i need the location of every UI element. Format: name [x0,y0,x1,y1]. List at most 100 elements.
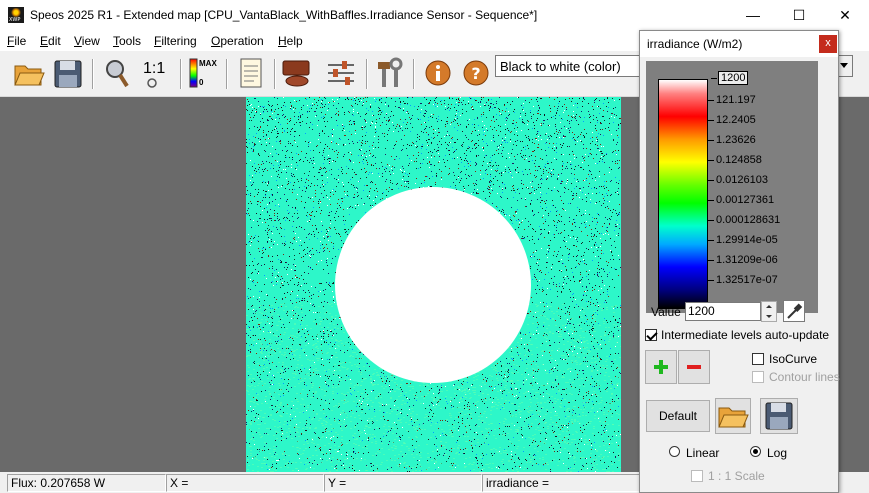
log-radio[interactable] [750,446,761,457]
linear-radio[interactable] [669,446,680,457]
zoom-button[interactable] [100,56,134,90]
level-label[interactable]: 0.124858 [708,154,762,166]
contour-lines-label: Contour lines [769,370,840,384]
isocurve-label: IsoCurve [769,352,818,366]
toolbar-separator [413,59,415,89]
level-label[interactable]: 0.00127361 [707,194,774,206]
menu-tools[interactable]: Tools [113,34,141,48]
save-palette-button[interactable] [760,398,798,434]
level-label[interactable]: 1.32517e-07 [708,274,778,286]
isocurve-checkbox[interactable] [752,353,764,365]
eyedropper-icon [787,303,803,319]
menu-view-label: iew [81,34,100,48]
palette-close-button[interactable]: x [819,35,837,53]
info-button[interactable] [421,56,455,90]
plus-icon [654,360,668,374]
auto-update-label: Intermediate levels auto-update [661,328,830,342]
menu-file[interactable]: File [7,34,26,48]
menu-tools-label: ools [119,34,142,48]
question-icon: ? [463,60,489,86]
toolbar-separator [226,59,228,89]
settings-sliders-button[interactable] [324,56,358,90]
one-to-one-scale-checkbox[interactable] [691,470,703,482]
window-title: Speos 2025 R1 - Extended map [CPU_VantaB… [30,8,538,22]
menu-operation-label: peration [220,34,264,48]
main-window: Speos 2025 R1 - Extended map [CPU_VantaB… [0,0,869,493]
irradiance-map[interactable] [246,97,621,472]
load-palette-button[interactable] [715,398,751,434]
magnifier-icon [106,60,129,88]
menu-edit-label: dit [48,34,61,48]
auto-update-checkbox[interactable] [645,329,657,341]
minus-icon [687,365,701,369]
hammer-wrench-icon [378,57,403,87]
status-y: Y = [324,474,482,492]
palette-combo-value: Black to white (color) [500,59,621,74]
color-scale: 1200 121.197 12.2405 1.23626 0.124858 0.… [646,61,818,313]
status-value: irradiance = [482,474,640,492]
level-label[interactable]: 1.31209e-06 [708,254,778,266]
toolbar-separator [180,59,182,89]
close-button[interactable]: ✕ [822,0,868,31]
tools-button[interactable] [373,56,407,90]
save-button[interactable] [51,56,85,90]
title-bar: Speos 2025 R1 - Extended map [CPU_VantaB… [0,0,869,31]
palette-title: irradiance (W/m2) [647,37,743,51]
menu-edit-mnemonic: E [40,34,49,48]
menu-operation[interactable]: Operation [211,34,264,48]
value-label: Value [651,305,681,319]
menu-operation-mnemonic: O [211,34,221,48]
toolbar-separator [366,59,368,89]
contour-lines-checkbox[interactable] [752,371,764,383]
menu-file-label: ile [14,34,27,48]
level-label[interactable]: 1.29914e-05 [708,234,778,246]
save-disk-icon [765,402,793,430]
surface-shape-icon [282,60,310,87]
menu-view-mnemonic: V [74,34,82,48]
remove-level-button[interactable] [678,350,710,384]
add-level-button[interactable] [645,350,677,384]
level-label[interactable]: 0.000128631 [707,214,780,226]
status-x: X = [166,474,324,492]
menu-help[interactable]: Help [278,34,303,48]
default-button[interactable]: Default [646,400,710,432]
menu-view[interactable]: View [74,34,100,48]
zoom-one-to-one-button[interactable]: 1:1 [140,56,174,90]
toolbar-separator [274,59,276,89]
open-folder-button[interactable] [12,56,46,90]
save-disk-icon [54,60,82,88]
level-label[interactable]: 12.2405 [708,114,756,126]
menu-help-mnemonic: H [278,34,287,48]
level-label[interactable]: 0.0126103 [708,174,768,186]
levels-min-label: 0 [199,78,204,87]
color-gradient-bar[interactable] [658,79,708,309]
one-to-one-scale-label: 1 : 1 Scale [708,469,765,483]
toolbar-separator [92,59,94,89]
menu-edit[interactable]: Edit [40,34,61,48]
value-input[interactable]: 1200 [685,302,761,321]
palette-panel: irradiance (W/m2) x 1200 121.197 12.2405… [639,30,840,493]
minimize-button[interactable]: — [730,0,776,31]
document-icon [240,58,262,88]
color-picker-button[interactable] [783,300,805,322]
menu-filtering[interactable]: Filtering [154,34,197,48]
svg-text:?: ? [471,64,480,83]
surface-view-button[interactable] [280,56,314,90]
value-spinner[interactable] [761,301,777,322]
status-flux: Flux: 0.207658 W [7,474,166,492]
open-folder-icon [14,65,45,86]
small-magnifier-icon [147,78,157,88]
level-label[interactable]: 121.197 [708,94,756,106]
menu-filtering-label: iltering [161,34,197,48]
log-label: Log [767,446,788,460]
level-label[interactable]: 1.23626 [708,134,756,146]
color-levels-button[interactable]: MAX 0 [186,56,220,90]
level-label[interactable]: 1200 [710,71,749,85]
sliders-icon [328,61,354,85]
maximize-button[interactable]: ☐ [776,0,822,31]
info-icon [425,60,451,86]
linear-label: Linear [686,446,720,460]
report-button[interactable] [234,56,268,90]
help-button[interactable]: ? [459,56,493,90]
open-folder-icon [718,407,749,428]
